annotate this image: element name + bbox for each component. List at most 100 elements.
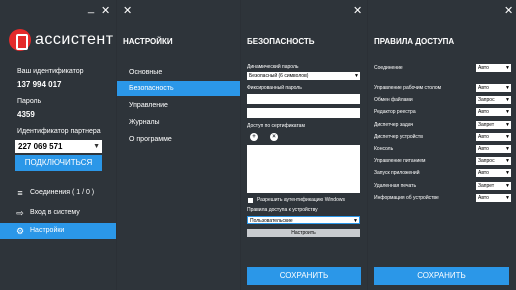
certificate-list[interactable] bbox=[247, 145, 360, 193]
chevron-down-icon: ▼ bbox=[505, 158, 510, 164]
fixed-password-label: Фиксированный пароль bbox=[247, 85, 302, 91]
access-rule-value: Запрос bbox=[478, 158, 495, 164]
access-rule-select[interactable]: Авто ▼ bbox=[476, 108, 511, 116]
chevron-down-icon: ▼ bbox=[505, 109, 510, 115]
access-rule-select[interactable]: Авто ▼ bbox=[476, 64, 511, 72]
logo-icon bbox=[9, 29, 31, 51]
partner-id-input[interactable]: 227 069 571 ▼ bbox=[15, 140, 102, 153]
access-rule-select[interactable]: Запрос ▼ bbox=[476, 96, 511, 104]
settings-item-general[interactable]: Основные bbox=[117, 65, 240, 80]
access-rule-value: Авто bbox=[478, 65, 489, 71]
chevron-down-icon: ▼ bbox=[505, 183, 510, 189]
chevron-down-icon: ▼ bbox=[505, 97, 510, 103]
save-button[interactable]: СОХРАНИТЬ bbox=[247, 267, 361, 285]
access-rules-select[interactable]: Пользовательские ▼ bbox=[247, 216, 360, 224]
security-panel: ✕ БЕЗОПАСНОСТЬ Динамический пароль Безоп… bbox=[241, 0, 367, 290]
partner-label: Идентификатор партнера bbox=[17, 128, 101, 135]
access-rule-value: Авто bbox=[478, 134, 489, 140]
settings-item-about[interactable]: О программе bbox=[117, 132, 240, 147]
windows-auth-label: Разрешить аутентификацию Windows bbox=[257, 197, 345, 203]
chevron-down-icon: ▼ bbox=[505, 195, 510, 201]
access-rules-label: Правила доступа к устройству bbox=[247, 207, 318, 213]
access-rule-select[interactable]: Авто ▼ bbox=[476, 84, 511, 92]
remove-icon[interactable]: × bbox=[270, 133, 278, 141]
access-rule-select[interactable]: Авто ▼ bbox=[476, 145, 511, 153]
close-button[interactable]: ✕ bbox=[353, 6, 362, 17]
main-panel: _ ✕ ассистент Ваш идентификатор 137 994 … bbox=[0, 0, 116, 290]
windows-auth-checkbox[interactable] bbox=[248, 198, 253, 203]
access-rule-label: Управление рабочим столом bbox=[374, 85, 442, 91]
dynamic-password-label: Динамический пароль bbox=[247, 64, 299, 70]
settings-item-security[interactable]: Безопасность bbox=[117, 81, 240, 96]
settings-item-control[interactable]: Управление bbox=[117, 98, 240, 113]
chevron-down-icon: ▼ bbox=[505, 146, 510, 152]
close-button[interactable]: ✕ bbox=[504, 6, 513, 17]
nav-item-login[interactable]: ⇨ Вход в систему bbox=[0, 205, 116, 221]
page-title: НАСТРОЙКИ bbox=[123, 37, 173, 46]
cert-access-label: Доступ по сертификатам bbox=[247, 123, 305, 129]
access-rule-value: Авто bbox=[478, 170, 489, 176]
nav-item-label: Настройки bbox=[30, 227, 65, 234]
access-rule-value: Авто bbox=[478, 109, 489, 115]
configure-button[interactable]: Настроить bbox=[247, 229, 360, 237]
settings-panel: ✕ НАСТРОЙКИ Основные Безопасность Управл… bbox=[117, 0, 240, 290]
access-rule-label: Консоль bbox=[374, 146, 394, 152]
chevron-down-icon[interactable]: ▼ bbox=[93, 140, 100, 153]
dynamic-password-value: Безопасный (6 символов) bbox=[249, 73, 309, 79]
access-rule-select[interactable]: Запрет ▼ bbox=[476, 182, 511, 190]
access-rule-label: Удаленная печать bbox=[374, 183, 417, 189]
nav-item-connections[interactable]: ≡ Соединения ( 1 / 0 ) bbox=[0, 185, 116, 201]
connect-button[interactable]: ПОДКЛЮЧИТЬСЯ bbox=[15, 155, 102, 171]
close-button[interactable]: ✕ bbox=[123, 6, 132, 17]
access-rule-label: Управление питанием bbox=[374, 158, 426, 164]
access-rule-select[interactable]: Запрос ▼ bbox=[476, 157, 511, 165]
chevron-down-icon: ▼ bbox=[353, 218, 358, 224]
access-rule-value: Запрет bbox=[478, 183, 495, 189]
access-rule-value: Авто bbox=[478, 146, 489, 152]
password-label: Пароль bbox=[17, 98, 42, 105]
fixed-password-field[interactable] bbox=[247, 94, 360, 104]
nav-item-label: Вход в систему bbox=[30, 209, 80, 216]
nav-item-settings[interactable]: ⚙ Настройки bbox=[0, 223, 116, 239]
brand-name: ассистент bbox=[35, 31, 114, 48]
access-rule-label: Запуск приложений bbox=[374, 170, 420, 176]
chevron-down-icon: ▼ bbox=[505, 85, 510, 91]
login-icon: ⇨ bbox=[16, 208, 24, 218]
access-rule-value: Запрос bbox=[478, 97, 495, 103]
access-rule-select[interactable]: Авто ▼ bbox=[476, 133, 511, 141]
chevron-down-icon: ▼ bbox=[505, 122, 510, 128]
save-button[interactable]: СОХРАНИТЬ bbox=[374, 267, 509, 285]
access-rule-label: Информация об устройстве bbox=[374, 195, 439, 201]
id-value: 137 994 017 bbox=[17, 80, 62, 89]
dynamic-password-select[interactable]: Безопасный (6 символов) ▼ bbox=[247, 72, 360, 80]
access-rule-label: Диспетчер устройств bbox=[374, 134, 423, 140]
partner-id-value: 227 069 571 bbox=[18, 142, 63, 151]
chevron-down-icon: ▼ bbox=[505, 65, 510, 71]
access-rule-select[interactable]: Авто ▼ bbox=[476, 194, 511, 202]
connections-icon: ≡ bbox=[17, 188, 23, 198]
page-title: ПРАВИЛА ДОСТУПА bbox=[374, 37, 455, 46]
access-rule-label: Редактор реестра bbox=[374, 109, 416, 115]
access-rule-label: Обмен файлами bbox=[374, 97, 413, 103]
settings-item-logs[interactable]: Журналы bbox=[117, 115, 240, 130]
nav-item-label: Соединения ( 1 / 0 ) bbox=[30, 189, 95, 196]
id-label: Ваш идентификатор bbox=[17, 68, 84, 75]
chevron-down-icon: ▼ bbox=[505, 134, 510, 140]
minimize-button[interactable]: _ bbox=[88, 3, 94, 14]
access-rules-value: Пользовательские bbox=[250, 218, 293, 224]
add-icon[interactable]: + bbox=[250, 133, 258, 141]
access-rule-value: Запрет bbox=[478, 122, 495, 128]
access-rule-label: Соединение bbox=[374, 65, 403, 71]
page-title: БЕЗОПАСНОСТЬ bbox=[247, 37, 315, 46]
access-rule-label: Диспетчер задач bbox=[374, 122, 414, 128]
password-value: 4359 bbox=[17, 110, 35, 119]
gear-icon: ⚙ bbox=[15, 226, 25, 236]
access-rule-value: Авто bbox=[478, 195, 489, 201]
access-rules-panel: ✕ ПРАВИЛА ДОСТУПА Соединение Авто ▼ Управле… bbox=[368, 0, 516, 290]
fixed-password-confirm-field[interactable] bbox=[247, 108, 360, 118]
access-rule-value: Авто bbox=[478, 85, 489, 91]
close-button[interactable]: ✕ bbox=[101, 6, 110, 17]
chevron-down-icon: ▼ bbox=[354, 73, 359, 79]
access-rule-select[interactable]: Запрет ▼ bbox=[476, 121, 511, 129]
access-rule-select[interactable]: Авто ▼ bbox=[476, 169, 511, 177]
